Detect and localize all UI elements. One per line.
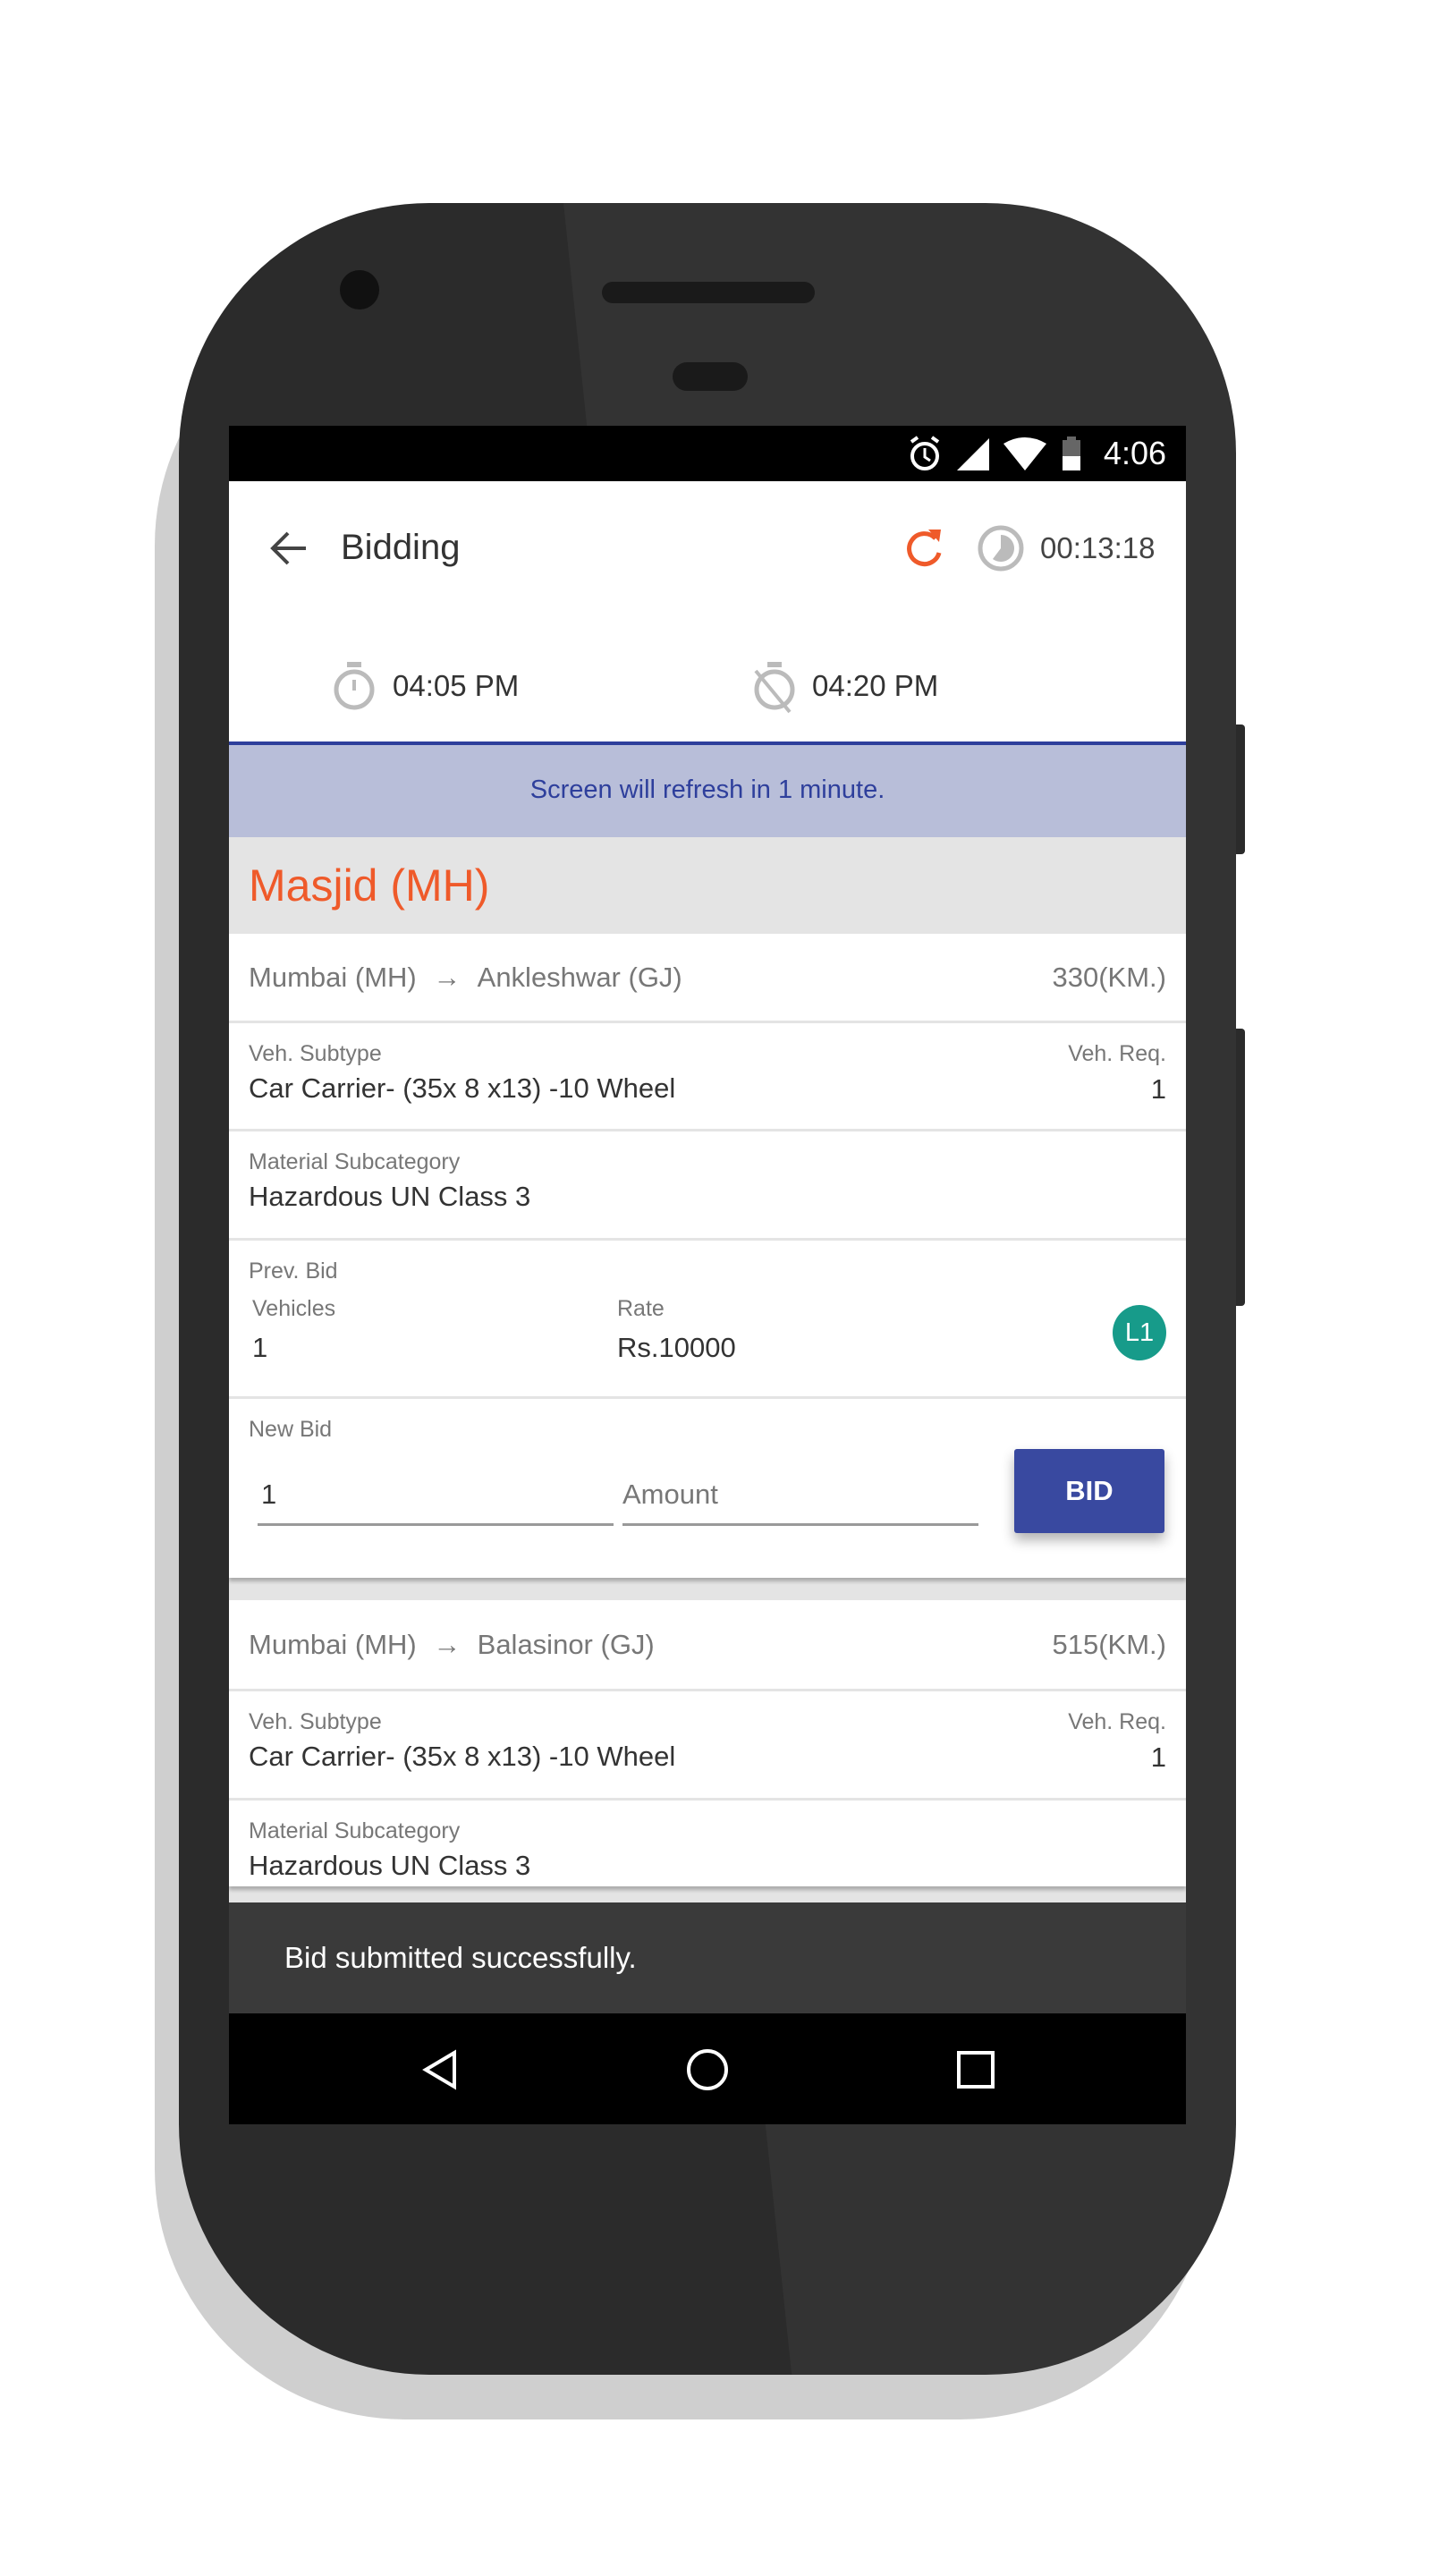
veh-subtype: Car Carrier- (35x 8 x13) -10 Wheel — [249, 1072, 676, 1104]
prev-rate: Rs.10000 — [617, 1332, 736, 1363]
new-bid-row: New Bid 1 Amount BID — [229, 1399, 1186, 1578]
material: Hazardous UN Class 3 — [249, 1181, 531, 1212]
stopwatch-off-icon — [754, 662, 795, 714]
prev-vehicles: 1 — [252, 1332, 268, 1363]
material-row: Material Subcategory Hazardous UN Class … — [229, 1131, 1186, 1241]
start-time: 04:05 PM — [393, 669, 520, 702]
veh-req: 1 — [1150, 1741, 1166, 1773]
vehicles-label: Vehicles — [252, 1296, 336, 1321]
power-button — [1236, 724, 1245, 854]
prev-bid-row: Prev. Bid Vehicles 1 Rate Rs.10000 L1 — [229, 1241, 1186, 1399]
sensor — [673, 362, 748, 391]
distance: 515(KM.) — [1052, 1629, 1166, 1660]
destination: Balasinor (GJ) — [477, 1629, 655, 1660]
arrow-right-icon: → — [433, 1629, 461, 1660]
refresh-banner: Screen will refresh in 1 minute. — [229, 741, 1186, 837]
route-row: Mumbai (MH) → Ankleshwar (GJ) 330(KM.) — [229, 934, 1186, 1023]
veh-req-label: Veh. Req. — [1068, 1709, 1166, 1734]
refresh-icon[interactable] — [902, 526, 946, 571]
signal-icon — [957, 438, 989, 470]
veh-req-label: Veh. Req. — [1068, 1041, 1166, 1066]
speaker — [602, 282, 815, 303]
veh-subtype-label: Veh. Subtype — [249, 1709, 382, 1734]
end-time: 04:20 PM — [812, 669, 939, 702]
rate-label: Rate — [617, 1296, 665, 1321]
vehicle-row: Veh. Subtype Car Carrier- (35x 8 x13) -1… — [229, 1023, 1186, 1131]
snackbar: Bid submitted successfully. — [229, 1902, 1186, 2013]
material: Hazardous UN Class 3 — [249, 1850, 531, 1881]
bid-button[interactable]: BID — [1014, 1449, 1164, 1533]
alarm-icon — [910, 436, 940, 470]
back-nav-icon[interactable] — [419, 2047, 463, 2092]
prev-bid-label: Prev. Bid — [249, 1258, 338, 1284]
origin: Mumbai (MH) — [249, 1629, 417, 1660]
stopwatch-icon — [334, 662, 375, 710]
veh-subtype-label: Veh. Subtype — [249, 1041, 382, 1066]
route-row: Mumbai (MH) → Balasinor (GJ) 515(KM.) — [229, 1600, 1186, 1691]
wifi-icon — [1003, 437, 1046, 470]
material-label: Material Subcategory — [249, 1818, 461, 1843]
navigation-bar — [229, 2013, 1186, 2124]
group-title: Masjid (MH) — [249, 860, 490, 911]
timer-pie-icon — [978, 525, 1024, 572]
rank-badge: L1 — [1113, 1305, 1166, 1360]
bid-card: Mumbai (MH) → Balasinor (GJ) 515(KM.) Ve… — [229, 1600, 1186, 1886]
material-label: Material Subcategory — [249, 1149, 461, 1174]
distance: 330(KM.) — [1052, 962, 1166, 993]
vehicle-row: Veh. Subtype Car Carrier- (35x 8 x13) -1… — [229, 1691, 1186, 1801]
back-arrow-icon[interactable] — [267, 526, 311, 571]
page-title: Bidding — [341, 528, 461, 567]
amount-input[interactable]: Amount — [622, 1472, 978, 1526]
countdown-timer: 00:13:18 — [1040, 531, 1156, 564]
new-bid-label: New Bid — [249, 1417, 333, 1442]
status-time: 4:06 — [1103, 435, 1166, 471]
destination: Ankleshwar (GJ) — [477, 962, 682, 993]
home-nav-icon[interactable] — [685, 2047, 730, 2092]
screen: 4:06 Bidding 00:13:18 04:05 PM 04:20 PM … — [229, 426, 1186, 2124]
veh-req: 1 — [1150, 1073, 1166, 1105]
volume-button — [1236, 1029, 1245, 1306]
vehicles-input[interactable]: 1 — [258, 1472, 614, 1526]
camera — [340, 270, 379, 309]
bid-card: Mumbai (MH) → Ankleshwar (GJ) 330(KM.) V… — [229, 934, 1186, 1578]
battery-icon — [1063, 436, 1080, 470]
veh-subtype: Car Carrier- (35x 8 x13) -10 Wheel — [249, 1741, 676, 1772]
recents-nav-icon[interactable] — [955, 2049, 996, 2090]
material-row: Material Subcategory Hazardous UN Class … — [229, 1801, 1186, 1886]
arrow-right-icon: → — [433, 962, 461, 993]
origin: Mumbai (MH) — [249, 962, 417, 993]
app-bar: Bidding 00:13:18 04:05 PM 04:20 PM — [229, 481, 1186, 741]
status-bar: 4:06 — [229, 426, 1186, 481]
